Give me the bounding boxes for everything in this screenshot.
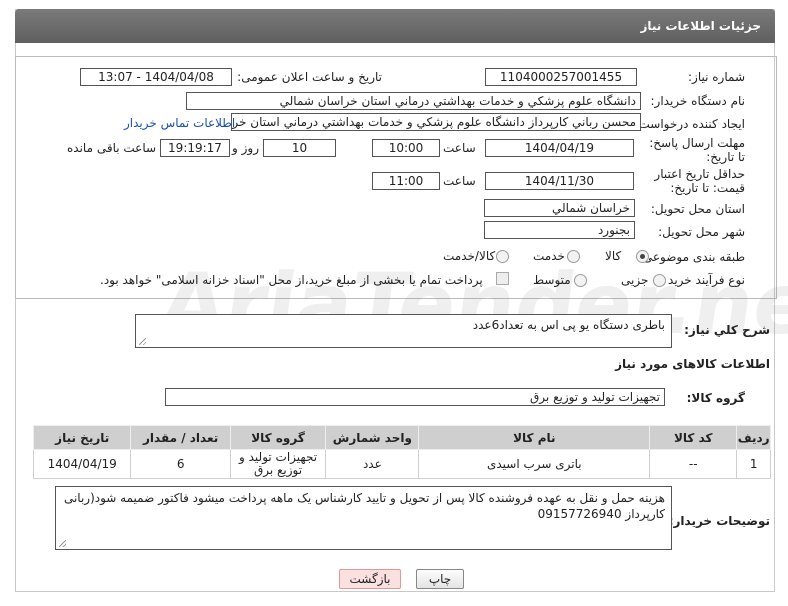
deadline-time-label: ساعت bbox=[443, 141, 476, 155]
cell-code: -- bbox=[649, 449, 738, 479]
goods-table-header: ردیف کد کالا نام کالا واحد شمارش گروه کا… bbox=[32, 425, 771, 450]
buyer-notes-text: هزینه حمل و نقل به عهده فروشنده کالا پس … bbox=[63, 491, 665, 521]
process-note: پرداخت تمام یا بخشی از مبلغ خرید،از محل … bbox=[100, 273, 483, 287]
process-label: نوع فرآیند خرید : bbox=[660, 273, 745, 287]
process-option-minor: جزیی bbox=[621, 273, 649, 287]
col-code: کد کالا bbox=[649, 425, 738, 450]
category-radio-service[interactable] bbox=[567, 250, 580, 263]
process-radio-minor[interactable] bbox=[653, 274, 666, 287]
description-text: باطری دستگاه یو پی اس به تعداد6عدد bbox=[472, 318, 665, 332]
col-date: تاریخ نیاز bbox=[32, 425, 132, 450]
province-label: استان محل تحویل: bbox=[650, 202, 745, 216]
cell-date: 1404/04/19 bbox=[32, 449, 132, 479]
category-option-service: خدمت bbox=[533, 249, 565, 263]
buyer-notes-textarea[interactable]: هزینه حمل و نقل به عهده فروشنده کالا پس … bbox=[55, 486, 672, 550]
resize-grip-icon[interactable] bbox=[59, 540, 66, 547]
treasury-checkbox[interactable] bbox=[496, 272, 509, 285]
announce-label: تاریخ و ساعت اعلان عمومی: bbox=[237, 70, 382, 84]
city-label: شهر محل تحویل: bbox=[658, 225, 745, 239]
goods-group-label: گروه کالا: bbox=[686, 391, 745, 405]
col-row: ردیف bbox=[736, 425, 771, 450]
process-option-medium: متوسط bbox=[533, 273, 571, 287]
category-option-goods: کالا bbox=[605, 249, 622, 263]
col-name: نام کالا bbox=[418, 425, 651, 450]
category-radio-goods[interactable] bbox=[636, 250, 649, 263]
description-label: شرح کلي نياز: bbox=[684, 323, 770, 337]
buyer-org-field[interactable]: دانشگاه علوم پزشکي و خدمات بهداشتي درمان… bbox=[186, 92, 641, 110]
cell-unit: عدد bbox=[325, 449, 420, 479]
table-row[interactable]: 1 -- باتری سرب اسیدی عدد تجهیزات تولید و… bbox=[32, 449, 771, 479]
goods-group-field[interactable]: تجهیزات تولید و توزیع برق bbox=[165, 388, 665, 406]
validity-label: حداقل تاریخ اعتبار قیمت: تا تاریخ: bbox=[654, 167, 745, 195]
buyer-org-label: نام دستگاه خریدار: bbox=[650, 94, 746, 108]
validity-date-field[interactable]: 1404/11/30 bbox=[485, 172, 634, 190]
deadline-time-field[interactable]: 10:00 bbox=[372, 139, 440, 157]
cell-group: تجهیزات تولید و توزیع برق bbox=[229, 449, 327, 479]
need-number-field[interactable]: 1104000257001455 bbox=[485, 68, 637, 86]
category-label: طبقه بندی موضوعی: bbox=[638, 250, 745, 264]
requester-field[interactable]: محسن رباني کارپرداز دانشگاه علوم پزشکي و… bbox=[231, 113, 641, 131]
days-label: روز و bbox=[232, 141, 259, 155]
cell-row: 1 bbox=[736, 449, 771, 479]
remaining-label: ساعت باقی مانده bbox=[67, 141, 157, 155]
cell-name: باتری سرب اسیدی bbox=[418, 449, 651, 479]
print-button[interactable]: چاپ bbox=[416, 569, 464, 589]
resize-grip-icon[interactable] bbox=[139, 338, 146, 345]
back-button[interactable]: بازگشت bbox=[339, 569, 401, 589]
province-field[interactable]: خراسان شمالي bbox=[484, 199, 635, 217]
goods-table: ردیف کد کالا نام کالا واحد شمارش گروه کا… bbox=[32, 425, 771, 479]
category-option-goods-service: کالا/خدمت bbox=[443, 249, 496, 263]
goods-section-title: اطلاعات کالاهای مورد نیاز bbox=[615, 357, 770, 371]
col-group: گروه کالا bbox=[229, 425, 327, 450]
validity-time-field[interactable]: 11:00 bbox=[372, 172, 440, 190]
category-radio-goods-service[interactable] bbox=[496, 250, 509, 263]
city-field[interactable]: بجنورد bbox=[484, 221, 635, 239]
days-field[interactable]: 10 bbox=[263, 139, 336, 157]
cell-qty: 6 bbox=[130, 449, 231, 479]
page-header: جزئیات اطلاعات نیاز bbox=[15, 9, 775, 43]
col-qty: تعداد / مقدار bbox=[130, 425, 231, 450]
buyer-contact-link[interactable]: اطلاعات تماس خریدار bbox=[124, 116, 235, 130]
page-title: جزئیات اطلاعات نیاز bbox=[640, 19, 761, 33]
announce-field[interactable]: 1404/04/08 - 13:07 bbox=[80, 68, 232, 86]
deadline-label: مهلت ارسال پاسخ: تا تاریخ: bbox=[649, 136, 745, 164]
validity-time-label: ساعت bbox=[443, 174, 476, 188]
col-unit: واحد شمارش bbox=[325, 425, 420, 450]
remaining-time-field[interactable]: 19:19:17 bbox=[160, 139, 230, 157]
deadline-date-field[interactable]: 1404/04/19 bbox=[485, 139, 634, 157]
process-radio-medium[interactable] bbox=[574, 274, 587, 287]
requester-label: ایجاد کننده درخواست: bbox=[634, 117, 745, 131]
need-number-label: شماره نیاز: bbox=[688, 70, 745, 84]
buyer-notes-label: توضیحات خریدار: bbox=[668, 514, 770, 528]
description-textarea[interactable]: باطری دستگاه یو پی اس به تعداد6عدد bbox=[135, 314, 672, 348]
